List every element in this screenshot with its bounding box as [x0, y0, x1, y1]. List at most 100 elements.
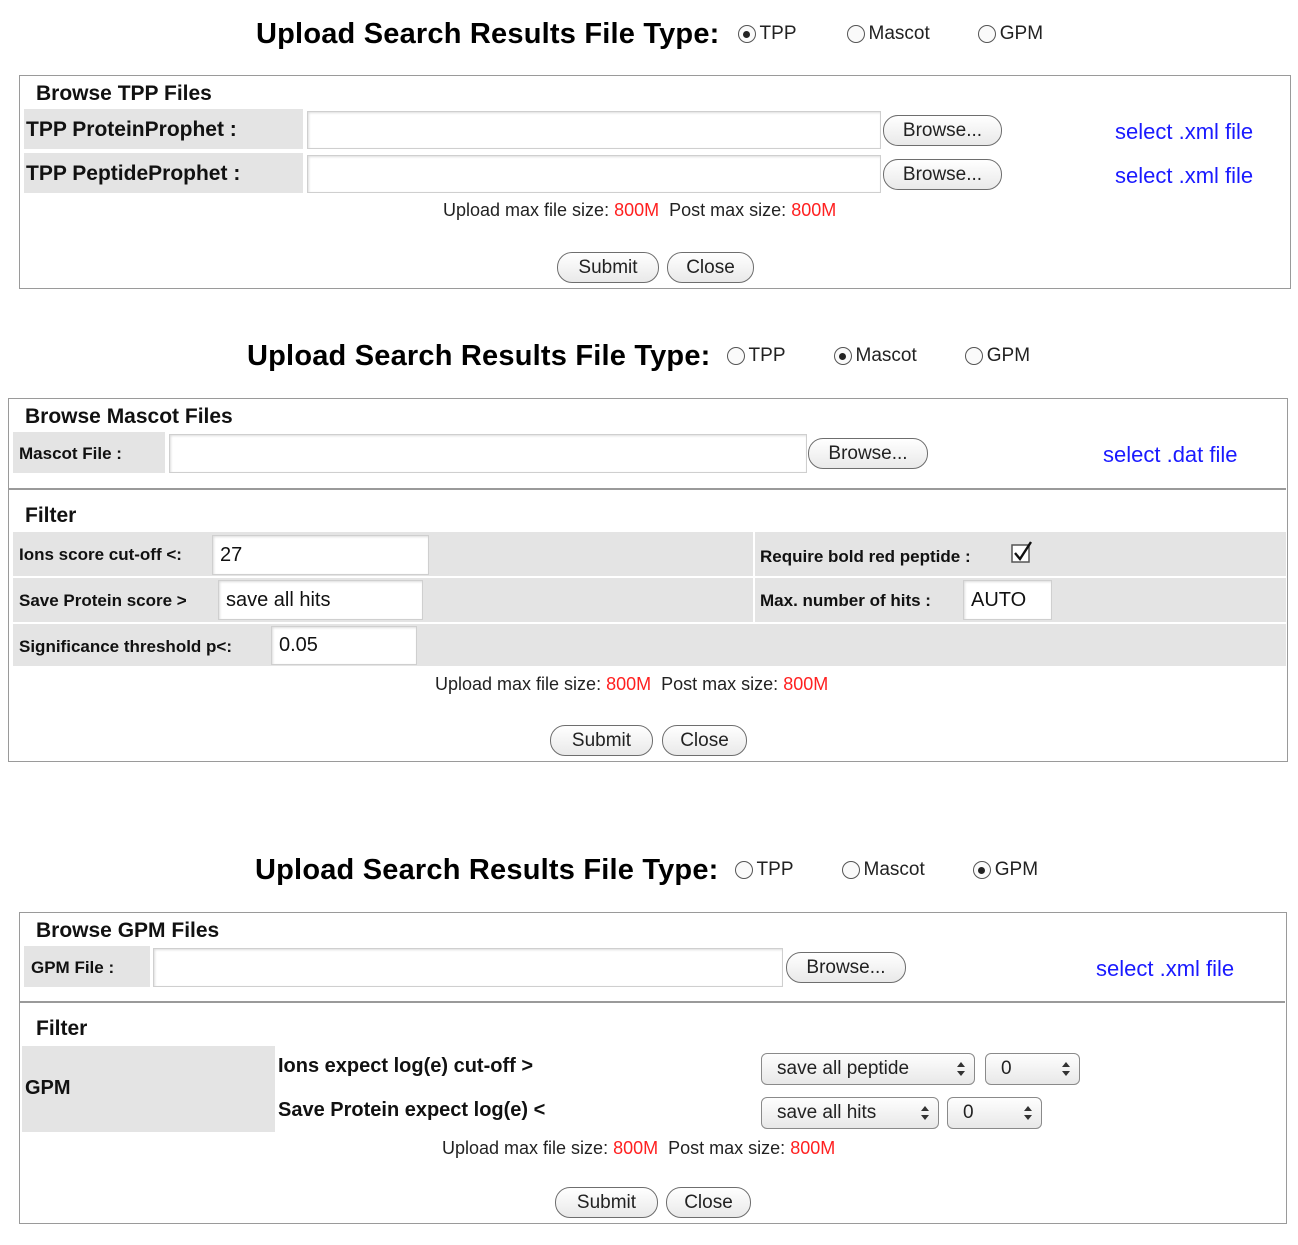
radio-label-gpm: GPM: [999, 23, 1044, 44]
gpm-panel: Browse GPM Files GPM File : Browse... se…: [19, 912, 1287, 1224]
post-max-value: 800M: [783, 674, 829, 694]
section-divider: [20, 1001, 1285, 1003]
radio-mascot[interactable]: Mascot: [846, 23, 930, 45]
radio-tpp[interactable]: TPP: [737, 23, 797, 45]
protein-expect-number-select[interactable]: 0: [947, 1097, 1042, 1129]
file-type-title: Upload Search Results File Type:: [255, 853, 719, 886]
radio-tpp[interactable]: TPP: [734, 859, 794, 881]
radio-label-tpp: TPP: [759, 23, 797, 44]
post-max-label: Post max size:: [668, 1138, 786, 1158]
save-protein-score-label: Save Protein score >: [19, 591, 187, 610]
radio-label-tpp: TPP: [748, 345, 786, 366]
protein-expect-select[interactable]: save all hits: [761, 1097, 939, 1129]
ions-score-label: Ions score cut-off <:: [19, 545, 182, 564]
mascot-file-input[interactable]: [169, 434, 807, 473]
radio-label-mascot: Mascot: [863, 859, 925, 880]
radio-mascot[interactable]: Mascot: [841, 859, 925, 881]
gpm-file-label: GPM File :: [31, 958, 115, 977]
radio-gpm[interactable]: GPM: [964, 345, 1031, 367]
radio-label-gpm: GPM: [994, 859, 1039, 880]
select-xml-hint[interactable]: select .xml file: [1115, 163, 1253, 189]
significance-threshold-input[interactable]: 0.05: [271, 626, 417, 665]
protein-prophet-label: TPP ProteinProphet :: [26, 118, 237, 141]
bold-red-peptide-checkbox[interactable]: [1011, 541, 1033, 563]
select-xml-hint[interactable]: select .xml file: [1096, 956, 1234, 982]
select-xml-hint[interactable]: select .xml file: [1115, 119, 1253, 145]
ions-expect-number-select[interactable]: 0: [985, 1053, 1080, 1085]
ions-expect-select-value: save all peptide: [777, 1058, 910, 1079]
radio-unselected-icon[interactable]: [726, 347, 745, 365]
filter-row: [13, 578, 1286, 622]
protein-prophet-input[interactable]: [307, 111, 881, 149]
upload-size-info: Upload max file size: 800M Post max size…: [442, 1138, 835, 1159]
peptide-prophet-input[interactable]: [307, 155, 881, 193]
upload-max-label: Upload max file size:: [442, 1138, 609, 1158]
significance-threshold-label: Significance threshold p<:: [19, 637, 233, 656]
upload-max-value: 800M: [614, 200, 660, 220]
peptide-prophet-label: TPP PeptideProphet :: [26, 162, 241, 185]
upload-max-label: Upload max file size:: [435, 674, 602, 694]
radio-label-gpm: GPM: [986, 345, 1031, 366]
updown-arrow-icon: [1062, 1062, 1070, 1076]
max-hits-label: Max. number of hits :: [760, 591, 931, 610]
ions-expect-number-value: 0: [1001, 1058, 1012, 1079]
filter-title: Filter: [36, 1017, 88, 1040]
radio-mascot[interactable]: Mascot: [833, 345, 917, 367]
protein-expect-select-value: save all hits: [777, 1102, 877, 1123]
section-title: Browse Mascot Files: [25, 405, 233, 428]
ions-expect-label: Ions expect log(e) cut-off >: [278, 1055, 534, 1077]
radio-label-mascot: Mascot: [868, 23, 930, 44]
submit-button[interactable]: Submit: [550, 725, 653, 756]
column-divider: [753, 532, 755, 622]
post-max-value: 800M: [790, 1138, 836, 1158]
filter-title: Filter: [25, 504, 77, 527]
browse-button[interactable]: Browse...: [883, 115, 1002, 146]
file-type-header-gpm: Upload Search Results File Type: TPP Mas…: [255, 850, 1038, 890]
mascot-file-label: Mascot File :: [19, 444, 122, 463]
radio-tpp[interactable]: TPP: [726, 345, 786, 367]
radio-gpm[interactable]: GPM: [977, 23, 1044, 45]
mascot-panel: Browse Mascot Files Mascot File : Browse…: [8, 398, 1288, 762]
upload-max-value: 800M: [606, 674, 652, 694]
ions-expect-select[interactable]: save all peptide: [761, 1053, 975, 1085]
updown-arrow-icon: [921, 1106, 929, 1120]
browse-button[interactable]: Browse...: [786, 952, 906, 983]
radio-unselected-icon[interactable]: [964, 347, 983, 365]
section-title: Browse GPM Files: [36, 919, 220, 942]
radio-selected-icon[interactable]: [972, 861, 991, 879]
close-button[interactable]: Close: [666, 1187, 751, 1218]
radio-gpm[interactable]: GPM: [972, 859, 1039, 881]
post-max-label: Post max size:: [661, 674, 779, 694]
file-type-title: Upload Search Results File Type:: [247, 339, 711, 372]
post-max-label: Post max size:: [669, 200, 787, 220]
radio-unselected-icon[interactable]: [977, 25, 996, 43]
radio-label-mascot: Mascot: [855, 345, 917, 366]
upload-max-value: 800M: [613, 1138, 659, 1158]
radio-label-tpp: TPP: [756, 859, 794, 880]
upload-size-info: Upload max file size: 800M Post max size…: [443, 200, 836, 221]
browse-button[interactable]: Browse...: [808, 438, 928, 469]
close-button[interactable]: Close: [662, 725, 747, 756]
save-protein-score-input[interactable]: save all hits: [218, 580, 423, 620]
file-type-header-mascot: Upload Search Results File Type: TPP Mas…: [247, 336, 1030, 376]
browse-button[interactable]: Browse...: [883, 159, 1002, 190]
select-dat-hint[interactable]: select .dat file: [1103, 442, 1238, 468]
radio-unselected-icon[interactable]: [734, 861, 753, 879]
section-title: Browse TPP Files: [36, 82, 212, 105]
post-max-value: 800M: [791, 200, 837, 220]
submit-button[interactable]: Submit: [557, 252, 659, 283]
tpp-panel: Browse TPP Files TPP ProteinProphet : Br…: [19, 75, 1291, 289]
max-hits-input[interactable]: AUTO: [963, 580, 1052, 620]
radio-selected-icon[interactable]: [737, 25, 756, 43]
bold-red-peptide-label: Require bold red peptide :: [760, 547, 971, 566]
submit-button[interactable]: Submit: [555, 1187, 658, 1218]
radio-unselected-icon[interactable]: [841, 861, 860, 879]
save-protein-expect-label: Save Protein expect log(e) <: [278, 1099, 546, 1121]
gpm-file-input[interactable]: [153, 948, 783, 987]
section-divider: [9, 488, 1286, 490]
gpm-label: GPM: [25, 1077, 71, 1099]
radio-selected-icon[interactable]: [833, 347, 852, 365]
close-button[interactable]: Close: [667, 252, 754, 283]
ions-score-input[interactable]: 27: [212, 535, 429, 575]
radio-unselected-icon[interactable]: [846, 25, 865, 43]
